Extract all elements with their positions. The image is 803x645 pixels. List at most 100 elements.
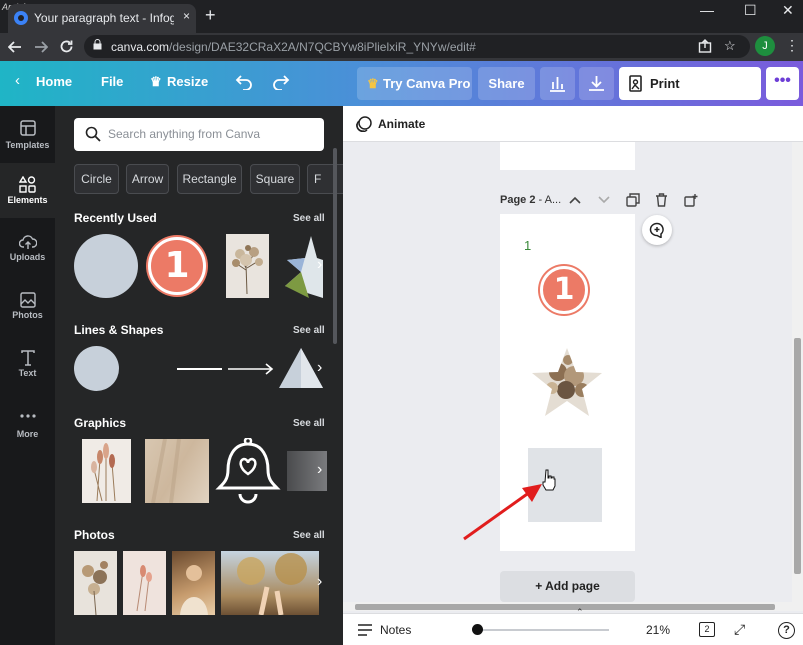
page-number-label: Page 2 [500, 194, 536, 206]
crown-icon: ♛ [150, 74, 162, 89]
help-button[interactable]: ? [778, 622, 795, 639]
chevron-up-icon[interactable] [569, 196, 581, 204]
canvas-hscroll-thumb[interactable] [355, 604, 775, 610]
notes-button[interactable]: Notes [380, 623, 411, 637]
chip-square[interactable]: Square [250, 164, 300, 194]
recent-flower-photo[interactable] [226, 234, 269, 298]
sidebar-item-more[interactable]: More [0, 395, 55, 450]
download-button[interactable] [579, 67, 614, 100]
panel-scrollbar[interactable] [333, 148, 337, 344]
shape-line[interactable] [177, 368, 222, 370]
add-page-button[interactable]: + Add page [500, 571, 635, 602]
shape-circle[interactable] [74, 346, 119, 391]
maximize-icon[interactable]: ☐ [744, 2, 757, 19]
graphics-next-icon[interactable]: › [317, 461, 322, 479]
forward-icon[interactable] [34, 40, 48, 54]
canvas-scrollbar-thumb[interactable] [794, 338, 801, 574]
photo-person[interactable] [172, 551, 215, 615]
recent-circle-shape[interactable] [74, 234, 138, 298]
sidebar-item-text[interactable]: Text [0, 337, 55, 392]
star-photo-frame[interactable] [530, 346, 604, 418]
recently-used-see-all[interactable]: See all [293, 213, 325, 224]
zoom-level[interactable]: 21% [646, 623, 670, 637]
share-page-icon[interactable] [698, 39, 712, 53]
bar-chart-icon [550, 77, 565, 92]
duplicate-page-icon[interactable] [626, 193, 640, 207]
text-icon [20, 350, 35, 366]
add-comment-button[interactable] [642, 215, 672, 245]
close-window-icon[interactable]: ✕ [782, 2, 794, 19]
file-button[interactable]: File [101, 74, 123, 89]
graphic-shadow-texture[interactable] [145, 439, 209, 503]
uploads-icon [18, 235, 37, 249]
crown-icon: ♛ [367, 76, 379, 91]
chip-rectangle[interactable]: Rectangle [177, 164, 242, 194]
insights-button[interactable] [540, 67, 575, 100]
new-tab-icon[interactable]: + [205, 5, 216, 26]
search-icon [85, 126, 101, 142]
recent-number-badge[interactable]: 1 [148, 237, 206, 295]
chevron-left-icon[interactable]: ‹ [15, 72, 20, 89]
try-canva-pro-button[interactable]: ♛ Try Canva Pro [357, 67, 472, 100]
browser-tab[interactable]: Your paragraph text - Infograph × [8, 4, 196, 33]
profile-avatar[interactable]: J [755, 36, 775, 56]
undo-icon[interactable] [235, 74, 253, 90]
animate-button[interactable]: Animate [378, 117, 425, 131]
more-options-button[interactable]: ••• [766, 67, 799, 100]
recent-next-icon[interactable]: › [317, 256, 322, 274]
graphics-see-all[interactable]: See all [293, 418, 325, 429]
delete-page-icon[interactable] [655, 193, 668, 207]
graphic-flowers[interactable] [82, 439, 131, 503]
back-icon[interactable] [8, 40, 22, 54]
flowers-illustration [91, 443, 116, 502]
person-photo [180, 565, 208, 615]
sidebar-item-label: Photos [12, 310, 43, 320]
photos-next-icon[interactable]: › [317, 573, 322, 591]
minimize-icon[interactable]: — [700, 2, 714, 18]
url-host: canva.com [111, 40, 170, 54]
shape-arrow-line[interactable] [228, 362, 274, 376]
shapes-next-icon[interactable]: › [317, 359, 322, 377]
chevron-down-icon[interactable] [598, 196, 610, 204]
lines-shapes-see-all[interactable]: See all [293, 325, 325, 336]
redo-icon[interactable] [272, 74, 290, 90]
tab-close-icon[interactable]: × [183, 9, 190, 23]
add-page-icon[interactable] [684, 193, 698, 207]
sidebar-item-elements[interactable]: Elements [0, 163, 55, 218]
browser-menu-icon[interactable]: ⋮ [785, 37, 799, 54]
badge-digit: 1 [553, 272, 575, 307]
page-title[interactable]: Page 2 - A... [500, 194, 561, 206]
reload-icon[interactable] [59, 39, 74, 54]
chip-arrow[interactable]: Arrow [126, 164, 169, 194]
animate-icon [356, 116, 372, 132]
chip-circle[interactable]: Circle [74, 164, 119, 194]
home-button[interactable]: Home [36, 74, 72, 89]
graphic-bell-heart[interactable] [215, 438, 281, 504]
animate-toolbar: Animate [343, 106, 803, 142]
resize-button[interactable]: Resize [167, 74, 208, 89]
page-1-preview[interactable] [500, 142, 635, 170]
photo-dried-flowers[interactable] [74, 551, 117, 615]
sidebar-item-templates[interactable]: Templates [0, 106, 55, 161]
photo-tree-hands[interactable] [221, 551, 319, 615]
graphics-title: Graphics [74, 416, 127, 430]
search-input[interactable]: Search anything from Canva [74, 118, 324, 151]
page-number-badge[interactable]: 1 [540, 266, 588, 314]
photos-see-all[interactable]: See all [293, 530, 325, 541]
star-icon[interactable]: ☆ [724, 38, 736, 54]
tab-title: Your paragraph text - Infograph [34, 11, 174, 25]
zoom-slider[interactable] [477, 629, 609, 631]
sidebar-item-photos[interactable]: Photos [0, 279, 55, 334]
templates-icon [19, 120, 36, 136]
print-infographics-button[interactable]: Print Infographics [619, 67, 761, 124]
photos-icon [19, 292, 36, 308]
url-input[interactable]: canva.com/design/DAE32CRaX2A/N7QCBYw8iPl… [84, 35, 750, 58]
zoom-slider-handle[interactable] [472, 624, 483, 635]
share-button[interactable]: Share [478, 67, 535, 100]
photo-pink-flowers[interactable] [123, 551, 166, 615]
page-text-digit[interactable]: 1 [524, 238, 531, 253]
page-count-button[interactable]: 2 [699, 622, 715, 637]
sidebar-item-uploads[interactable]: Uploads [0, 221, 55, 276]
chip-more[interactable]: F [307, 164, 343, 194]
fullscreen-icon[interactable]: ⤢ [734, 621, 745, 638]
